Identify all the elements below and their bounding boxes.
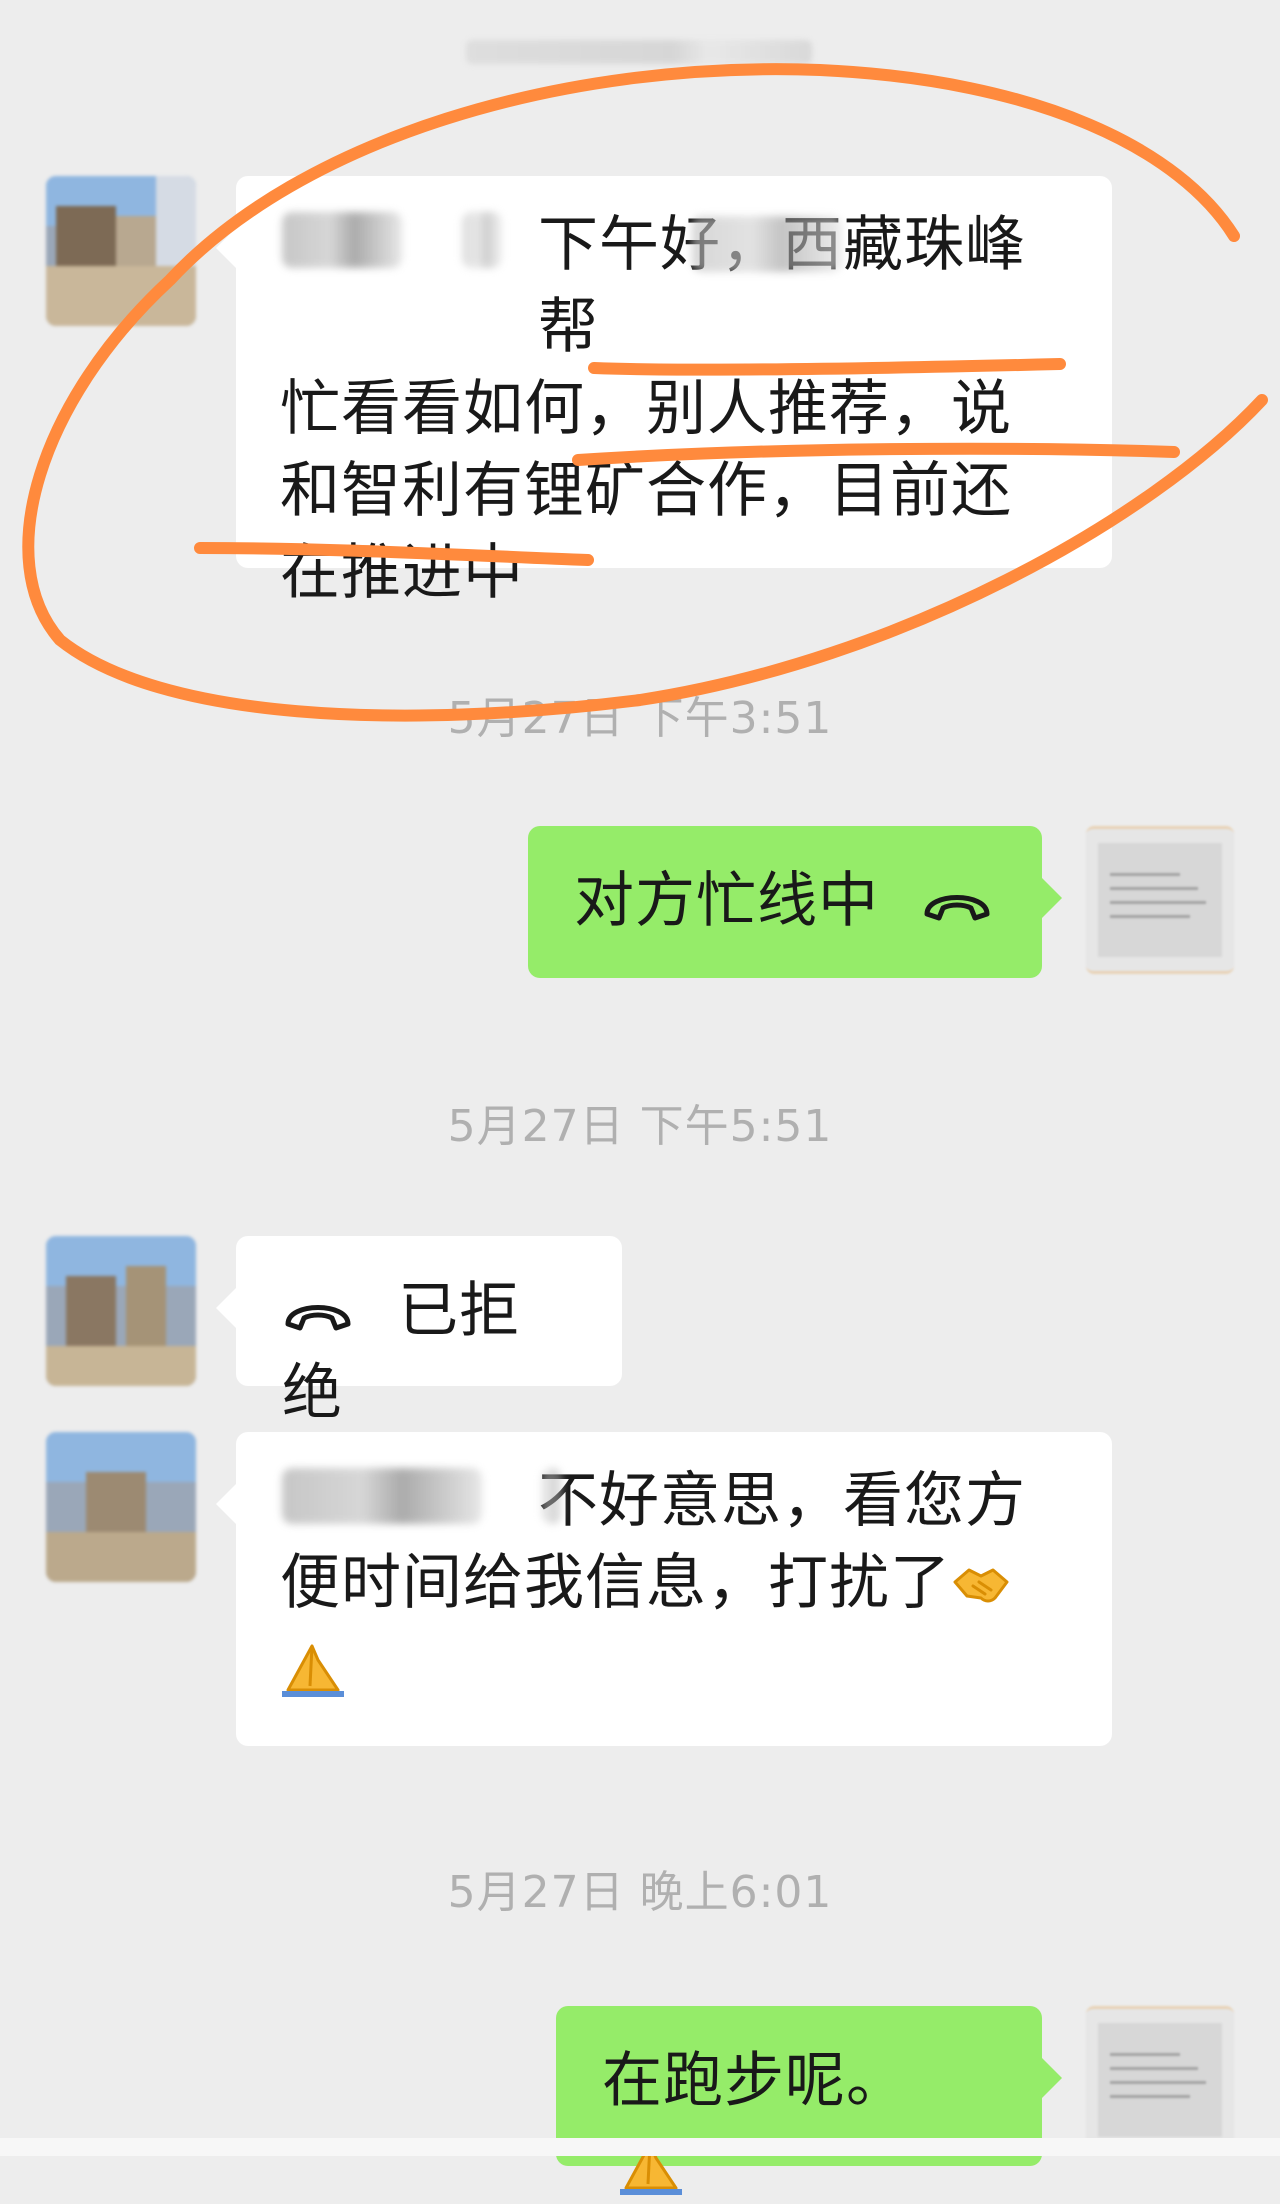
redacted-name	[542, 1468, 562, 1524]
call-status-text: 对方忙线中	[574, 866, 879, 936]
message-text-line: 和智利有锂矿合作，目前还	[280, 456, 1012, 526]
bottom-edge	[0, 2138, 1280, 2156]
contact-avatar[interactable]	[46, 1432, 196, 1582]
contact-avatar[interactable]	[46, 176, 196, 326]
contact-avatar[interactable]	[46, 1236, 196, 1386]
redacted-name	[282, 1468, 482, 1524]
timestamp: 5月27日 晚上6:01	[447, 1867, 833, 1918]
call-status-bubble-outgoing[interactable]: 对方忙线中	[528, 826, 1062, 978]
top-blurred-bar	[466, 40, 812, 64]
message-bubble-incoming[interactable]: 不好意思，看您方 便时间给我信息，打扰了	[216, 1432, 1112, 1746]
message-bubble-incoming[interactable]: 下午好，西藏珠峰帮 忙看看如何，别人推荐，说 和智利有锂矿合作，目前还 在推进中	[216, 176, 1112, 608]
call-status-bubble-incoming[interactable]: 已拒绝	[216, 1236, 622, 1428]
folded-hands-emoji-icon	[282, 1644, 344, 1698]
message-text: 在跑步呢。	[602, 2046, 907, 2116]
my-avatar[interactable]	[1086, 2006, 1234, 2154]
redacted-name	[462, 212, 502, 268]
message-text-line: 在推进中	[280, 538, 524, 608]
handshake-emoji-icon	[953, 1568, 1009, 1603]
timestamp: 5月27日 下午3:51	[447, 693, 833, 744]
redacted-word	[692, 216, 842, 272]
phone-hangup-icon	[285, 1305, 351, 1331]
my-avatar[interactable]	[1086, 826, 1234, 974]
message-text-line: 忙看看如何，别人推荐，说	[280, 374, 1012, 444]
timestamp: 5月27日 下午5:51	[447, 1101, 833, 1152]
redacted-name	[282, 212, 402, 268]
phone-hangup-icon	[924, 895, 990, 921]
message-text-line: 便时间给我信息，打扰了	[280, 1548, 951, 1618]
